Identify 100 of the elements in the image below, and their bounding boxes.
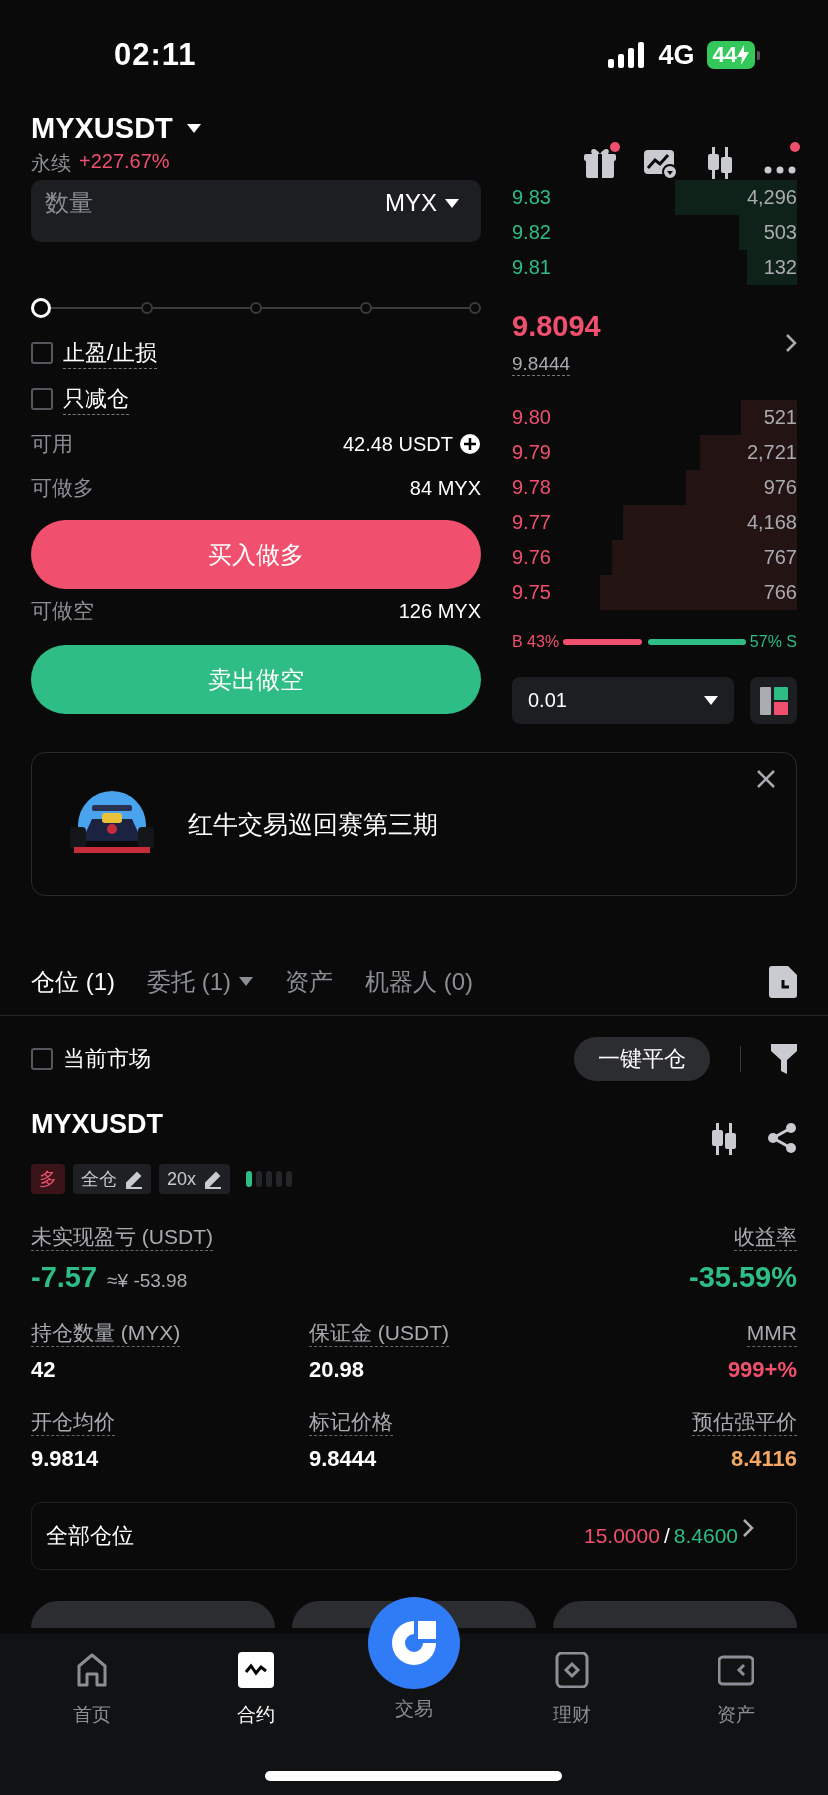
field-value: -7.57 xyxy=(31,1261,98,1294)
option-label: 止盈/止损 xyxy=(63,337,158,369)
order-amount: 766 xyxy=(763,581,797,604)
row-value: 8.4600 xyxy=(673,1524,738,1548)
field-label: 标记价格 xyxy=(309,1409,393,1436)
chart-icon xyxy=(238,1652,274,1688)
precision-dropdown[interactable]: 0.01 xyxy=(512,677,734,724)
chevron-right-icon[interactable] xyxy=(785,332,797,353)
position-symbol: MYXUSDT xyxy=(31,1108,163,1141)
all-positions-row[interactable]: 全部仓位 15.0000 / 8.4600 xyxy=(31,1502,797,1570)
history-icon[interactable] xyxy=(769,965,797,998)
checkbox[interactable] xyxy=(31,342,53,364)
order-amount: 4,168 xyxy=(746,511,797,534)
banner-title: 红牛交易巡回赛第三期 xyxy=(188,808,438,840)
order-price[interactable]: 9.79 xyxy=(512,441,551,464)
order-amount: 4,296 xyxy=(746,186,797,209)
layout-button[interactable] xyxy=(750,677,797,724)
mark-price: 9.8444 xyxy=(512,352,571,376)
field-label: 保证金 (USDT) xyxy=(309,1320,449,1347)
last-price: 9.8094 xyxy=(512,309,601,343)
order-amount: 132 xyxy=(763,256,797,279)
promo-banner[interactable]: 红牛交易巡回赛第三期 xyxy=(31,752,797,896)
sell-ratio: 57% S xyxy=(749,633,797,651)
share-icon[interactable] xyxy=(767,1122,797,1154)
buy-long-button[interactable]: 买入做多 xyxy=(31,520,481,589)
nav-item[interactable]: 首页 xyxy=(10,1634,174,1746)
field-value: 42 xyxy=(31,1357,56,1383)
slider-step-mark xyxy=(140,302,153,314)
order-amount: 767 xyxy=(763,546,797,569)
caret-icon xyxy=(186,123,201,133)
order-price[interactable]: 9.75 xyxy=(512,581,551,604)
tab[interactable]: 资产 xyxy=(285,965,333,998)
tab[interactable]: 机器人 (0) xyxy=(365,965,473,998)
field-label: 未实现盈亏 (USDT) xyxy=(31,1224,213,1251)
info-label: 可做空 xyxy=(31,598,94,624)
leverage-tag[interactable]: 20x xyxy=(159,1164,231,1194)
field-value: -35.59% xyxy=(689,1261,797,1294)
symbol-title[interactable]: MYXUSDT xyxy=(31,111,173,145)
checkbox[interactable] xyxy=(31,388,53,410)
field-label: MMR xyxy=(746,1320,797,1347)
tab[interactable]: 仓位 (1) xyxy=(31,965,115,998)
network-label: 4G xyxy=(658,39,695,71)
converted-value: ≈¥ -53.98 xyxy=(107,1270,188,1292)
edit-icon xyxy=(125,1169,143,1189)
info-label: 可用 xyxy=(31,431,73,457)
charging-icon xyxy=(737,45,749,65)
order-price[interactable]: 9.78 xyxy=(512,476,551,499)
separator: / xyxy=(663,1524,670,1548)
slider-step-mark xyxy=(250,302,262,314)
margin-mode-tag[interactable]: 全仓 xyxy=(73,1164,151,1194)
logo-icon xyxy=(389,1618,439,1668)
slider-thumb[interactable] xyxy=(31,298,51,318)
close-all-button[interactable]: 一键平仓 xyxy=(574,1037,710,1081)
row-value: 15.0000 xyxy=(584,1524,660,1548)
field-value: 999+% xyxy=(727,1357,797,1383)
nav-item[interactable]: 交易 xyxy=(389,1696,439,1723)
unit-label[interactable]: MYX xyxy=(385,189,437,217)
option-label: 只减仓 xyxy=(63,383,129,415)
battery-indicator: 44 xyxy=(706,41,755,69)
slider-step-mark xyxy=(359,302,372,314)
order-amount: 2,721 xyxy=(746,441,797,464)
buy-ratio: B 43% xyxy=(512,633,560,651)
nav-item[interactable]: 理财 xyxy=(490,1634,654,1746)
row-label: 全部仓位 xyxy=(46,1522,134,1550)
nav-item[interactable]: 合约 xyxy=(174,1634,338,1746)
order-price[interactable]: 9.77 xyxy=(512,511,551,534)
signal-icon xyxy=(608,42,647,68)
field-value: 20.98 xyxy=(309,1357,365,1383)
field-value: 8.4116 xyxy=(730,1446,797,1472)
field-label: 收益率 xyxy=(734,1224,797,1251)
order-price[interactable]: 9.82 xyxy=(512,221,551,244)
caret-icon xyxy=(445,198,459,208)
order-amount: 976 xyxy=(763,476,797,499)
gift-icon[interactable] xyxy=(583,146,617,180)
price-change: +227.67% xyxy=(79,150,170,174)
info-value: 42.48 USDT xyxy=(342,432,453,456)
field-label: 持仓数量 (MYX) xyxy=(31,1320,181,1347)
field-value: 9.9814 xyxy=(31,1446,99,1472)
info-value: 126 MYX xyxy=(398,599,481,623)
contract-type: 永续 xyxy=(31,151,71,176)
order-amount: 503 xyxy=(763,221,797,244)
order-price[interactable]: 9.80 xyxy=(512,406,551,429)
filter-label: 当前市场 xyxy=(63,1045,151,1073)
depth-bar xyxy=(746,250,797,285)
info-value: 84 MYX xyxy=(409,476,481,500)
tab[interactable]: 委托 (1) xyxy=(147,965,253,998)
add-icon[interactable] xyxy=(459,433,481,455)
order-price[interactable]: 9.83 xyxy=(512,186,551,209)
filter-icon[interactable] xyxy=(771,1044,797,1074)
checkbox[interactable] xyxy=(31,1048,53,1070)
nav-item[interactable]: 资产 xyxy=(654,1634,818,1746)
order-amount: 521 xyxy=(763,406,797,429)
chevron-right-icon[interactable] xyxy=(742,1518,754,1538)
layout-icon xyxy=(758,685,789,716)
slider-step-mark xyxy=(469,302,481,314)
field-label: 开仓均价 xyxy=(31,1409,115,1436)
order-price[interactable]: 9.81 xyxy=(512,256,551,279)
quantity-field[interactable]: 数量 MYX xyxy=(31,180,481,242)
order-price[interactable]: 9.76 xyxy=(512,546,551,569)
status-time: 02:11 xyxy=(114,37,197,73)
